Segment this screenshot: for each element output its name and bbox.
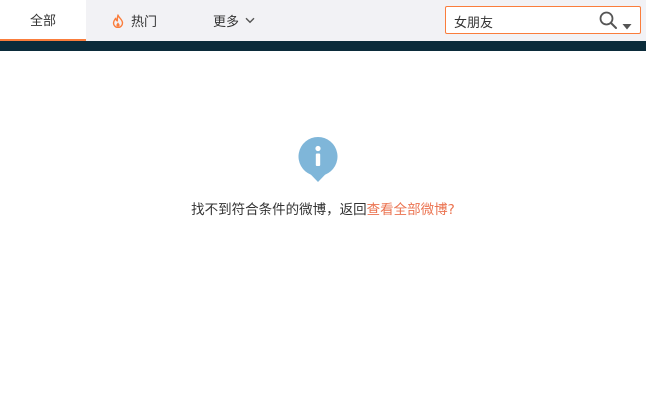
- search-input[interactable]: [454, 10, 594, 32]
- empty-state-message: 找不到符合条件的微博，返回查看全部微博?: [0, 198, 646, 218]
- tab-all-label: 全部: [29, 14, 56, 29]
- chevron-down-icon: [245, 17, 255, 24]
- flame-icon: [112, 13, 124, 28]
- tab-more[interactable]: 更多: [200, 0, 280, 41]
- top-nav-bar: 全部 热门 更多: [0, 0, 646, 41]
- header-band: [0, 41, 646, 51]
- info-icon: [297, 136, 339, 184]
- search-box: [445, 6, 641, 34]
- search-icon[interactable]: [598, 10, 618, 30]
- tab-hot[interactable]: 热门: [100, 0, 180, 41]
- empty-state-text: 找不到符合条件的微博，返回: [191, 202, 367, 218]
- tab-all[interactable]: 全部: [0, 0, 86, 41]
- view-all-weibo-link[interactable]: 查看全部微博?: [367, 202, 455, 218]
- tab-hot-label: 热门: [131, 15, 158, 30]
- tab-more-label: 更多: [213, 15, 240, 30]
- caret-down-icon[interactable]: [622, 16, 632, 30]
